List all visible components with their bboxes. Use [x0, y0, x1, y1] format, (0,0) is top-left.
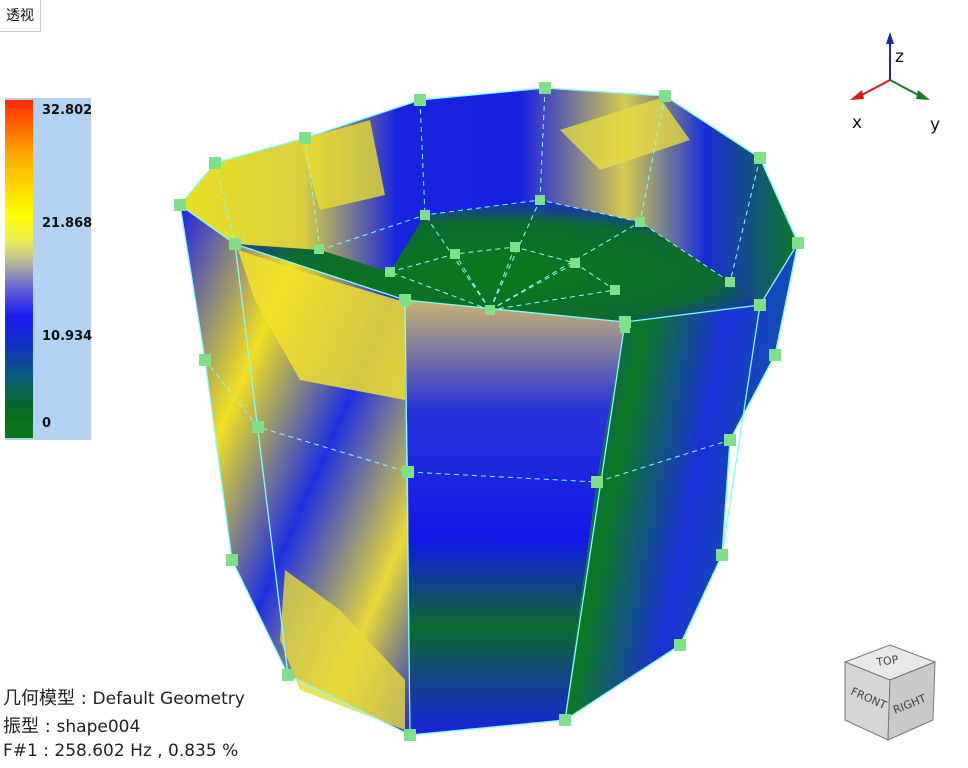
- model-label: 几何模型: [3, 688, 75, 709]
- z-axis-label: z: [895, 47, 904, 67]
- x-axis-label: x: [852, 113, 862, 133]
- frequency-info-line: F#1 : 258.602 Hz , 0.835 %: [3, 741, 239, 761]
- view-cube[interactable]: TOP FRONT RIGHT: [843, 644, 937, 741]
- x-axis-arrow-icon: [850, 90, 864, 100]
- axis-triad[interactable]: z x y: [850, 32, 940, 135]
- shape-value: shape004: [56, 717, 141, 737]
- model-value: Default Geometry: [92, 689, 245, 709]
- z-axis-arrow-icon: [886, 32, 894, 44]
- model-viewport[interactable]: z x y TOP FRONT RIGHT: [0, 0, 968, 768]
- frequency-value: 258.602 Hz , 0.835 %: [54, 741, 239, 761]
- y-axis-label: y: [930, 115, 940, 135]
- frequency-label: F#1: [3, 741, 38, 761]
- shape-info-line: 振型 : shape004: [3, 716, 141, 737]
- model-info-line: 几何模型 : Default Geometry: [3, 688, 245, 709]
- y-axis-arrow-icon: [916, 90, 930, 100]
- shape-label: 振型: [3, 716, 39, 737]
